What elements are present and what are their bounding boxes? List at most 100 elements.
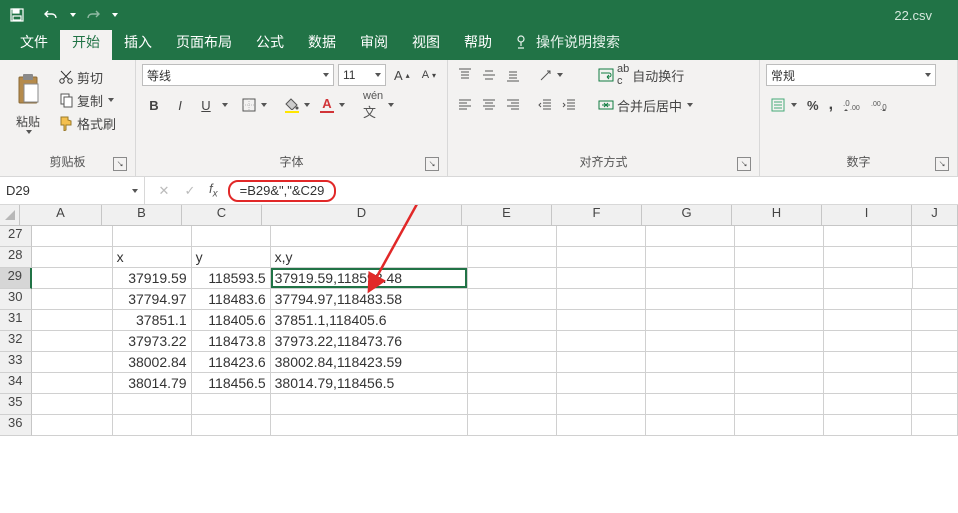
column-header-A[interactable]: A bbox=[20, 205, 102, 226]
undo-button[interactable] bbox=[38, 2, 64, 28]
cell[interactable] bbox=[824, 268, 913, 289]
italic-button[interactable]: I bbox=[168, 94, 192, 116]
cell[interactable] bbox=[557, 268, 646, 289]
row-header[interactable]: 31 bbox=[0, 310, 32, 331]
cell[interactable] bbox=[646, 268, 735, 289]
tab-home[interactable]: 开始 bbox=[60, 26, 112, 60]
select-all-triangle[interactable] bbox=[0, 205, 20, 226]
font-dialog-launcher[interactable]: ⭨ bbox=[425, 157, 439, 171]
cell[interactable] bbox=[646, 394, 735, 415]
row-header[interactable]: 35 bbox=[0, 394, 32, 415]
cell[interactable] bbox=[468, 352, 557, 373]
name-box[interactable]: D29 bbox=[0, 177, 145, 204]
clipboard-dialog-launcher[interactable]: ⭨ bbox=[113, 157, 127, 171]
cell[interactable] bbox=[468, 394, 557, 415]
cell[interactable] bbox=[557, 415, 646, 436]
tell-me[interactable]: 操作说明搜索 bbox=[504, 26, 630, 60]
copy-button[interactable]: 复制 bbox=[54, 89, 120, 111]
column-header-F[interactable]: F bbox=[552, 205, 642, 226]
grid-body[interactable]: 2728xyx,y2937919.59118593.537919.59,1185… bbox=[0, 226, 958, 436]
cell[interactable]: 37851.1,118405.6 bbox=[271, 310, 468, 331]
cell[interactable] bbox=[32, 268, 113, 289]
cancel-formula-button[interactable]: ✕ bbox=[151, 180, 177, 202]
cell[interactable] bbox=[824, 247, 913, 268]
cell[interactable] bbox=[912, 394, 958, 415]
cell[interactable] bbox=[468, 415, 557, 436]
cell[interactable] bbox=[32, 415, 113, 436]
cell[interactable] bbox=[912, 352, 958, 373]
underline-button[interactable]: U bbox=[194, 94, 218, 116]
font-size-combo[interactable]: 11 bbox=[338, 64, 386, 86]
cell[interactable] bbox=[32, 352, 113, 373]
cell[interactable] bbox=[912, 226, 958, 247]
cell[interactable]: 37794.97,118483.58 bbox=[271, 289, 468, 310]
cell[interactable] bbox=[913, 268, 958, 289]
column-header-B[interactable]: B bbox=[102, 205, 182, 226]
column-header-H[interactable]: H bbox=[732, 205, 822, 226]
cell[interactable] bbox=[646, 226, 735, 247]
row-header[interactable]: 32 bbox=[0, 331, 32, 352]
cell[interactable] bbox=[735, 352, 824, 373]
fill-color-button[interactable] bbox=[281, 94, 314, 116]
cell[interactable] bbox=[646, 415, 735, 436]
align-bottom-button[interactable] bbox=[502, 64, 524, 86]
cell[interactable] bbox=[735, 226, 824, 247]
borders-button[interactable] bbox=[238, 94, 271, 116]
cell[interactable] bbox=[912, 289, 958, 310]
cell[interactable] bbox=[32, 226, 113, 247]
cell[interactable] bbox=[824, 289, 913, 310]
cell[interactable] bbox=[271, 415, 468, 436]
qat-customize[interactable] bbox=[108, 2, 120, 28]
cell[interactable] bbox=[824, 373, 913, 394]
cell[interactable] bbox=[468, 331, 557, 352]
cell[interactable]: 37919.59,118593.48 bbox=[271, 268, 468, 289]
font-color-button[interactable]: A bbox=[316, 94, 349, 116]
cell[interactable] bbox=[912, 415, 958, 436]
cell[interactable]: 118483.6 bbox=[192, 289, 271, 310]
cell[interactable]: 37973.22 bbox=[113, 331, 192, 352]
cell[interactable]: 38014.79 bbox=[113, 373, 192, 394]
cell[interactable] bbox=[32, 310, 113, 331]
cell[interactable] bbox=[468, 247, 557, 268]
grow-font-button[interactable]: A▴ bbox=[390, 64, 414, 86]
column-headers[interactable]: ABCDEFGHIJ bbox=[20, 205, 958, 226]
row-header[interactable]: 30 bbox=[0, 289, 32, 310]
cut-button[interactable]: 剪切 bbox=[54, 66, 120, 88]
align-left-button[interactable] bbox=[454, 94, 476, 116]
increase-decimal-button[interactable]: .0.00 bbox=[839, 94, 865, 116]
cell[interactable] bbox=[912, 373, 958, 394]
align-right-button[interactable] bbox=[502, 94, 524, 116]
cell[interactable]: 37973.22,118473.76 bbox=[271, 331, 468, 352]
cell[interactable] bbox=[824, 415, 913, 436]
cell[interactable] bbox=[557, 289, 646, 310]
tab-review[interactable]: 审阅 bbox=[348, 26, 400, 60]
cell[interactable] bbox=[646, 331, 735, 352]
cell[interactable] bbox=[735, 331, 824, 352]
cell[interactable] bbox=[824, 352, 913, 373]
cell[interactable] bbox=[32, 331, 113, 352]
cell[interactable] bbox=[468, 310, 557, 331]
cell[interactable]: 37794.97 bbox=[113, 289, 192, 310]
cell[interactable] bbox=[912, 310, 958, 331]
cell[interactable]: 118405.6 bbox=[192, 310, 271, 331]
decrease-indent-button[interactable] bbox=[534, 94, 556, 116]
tab-help[interactable]: 帮助 bbox=[452, 26, 504, 60]
enter-formula-button[interactable]: ✓ bbox=[177, 180, 203, 202]
cell[interactable]: 118473.8 bbox=[192, 331, 271, 352]
merge-center-button[interactable]: 合并后居中 bbox=[594, 94, 697, 116]
percent-button[interactable]: % bbox=[803, 94, 823, 116]
fx-icon[interactable]: fx bbox=[209, 181, 218, 200]
cell[interactable] bbox=[824, 394, 913, 415]
cell[interactable]: 37919.59 bbox=[113, 268, 192, 289]
cell[interactable] bbox=[735, 268, 824, 289]
cell[interactable] bbox=[824, 331, 913, 352]
cell[interactable] bbox=[468, 373, 557, 394]
cell[interactable] bbox=[32, 289, 113, 310]
cell[interactable] bbox=[646, 352, 735, 373]
cell[interactable] bbox=[557, 352, 646, 373]
column-header-J[interactable]: J bbox=[912, 205, 958, 226]
cell[interactable] bbox=[735, 247, 824, 268]
cell[interactable] bbox=[646, 373, 735, 394]
cell[interactable] bbox=[468, 226, 557, 247]
cell[interactable]: 38002.84 bbox=[113, 352, 192, 373]
